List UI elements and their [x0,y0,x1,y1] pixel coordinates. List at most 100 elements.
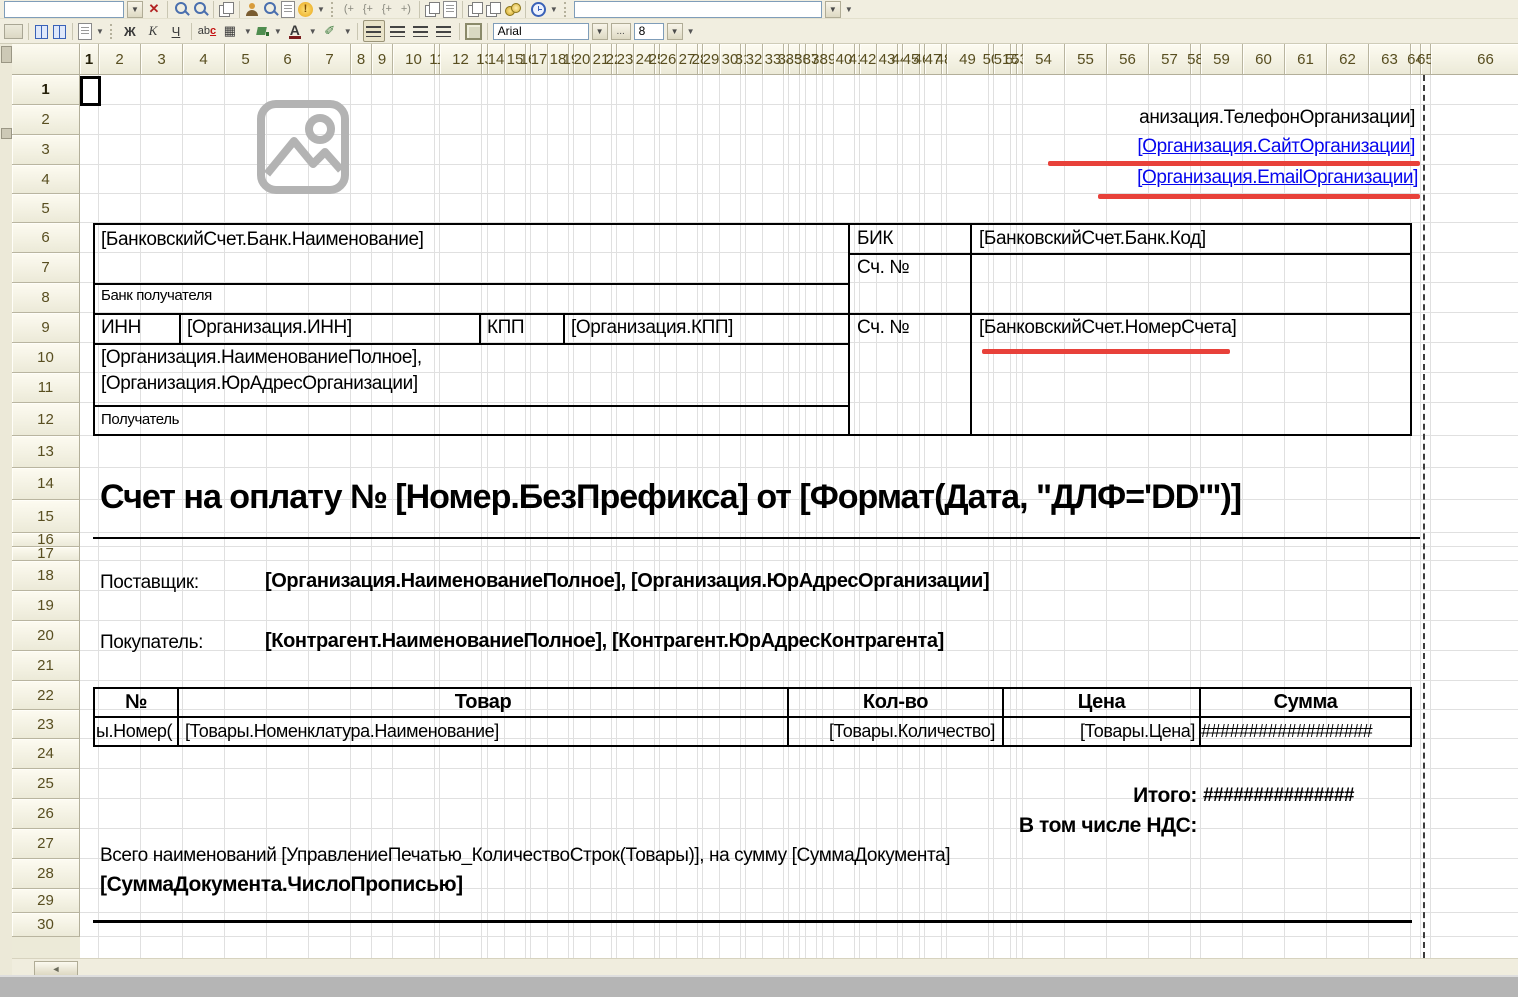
inn-value-cell[interactable]: [Организация.ИНН] [187,317,352,339]
spell-check-icon[interactable]: abc [197,21,217,41]
document-name-combo-dropdown[interactable]: ▼ [127,1,143,18]
amount-in-words-cell[interactable]: [СуммаДокумента.ЧислоПрописью] [100,873,463,897]
row-header-8[interactable]: 8 [12,283,80,313]
zoom-in-icon[interactable] [173,1,189,17]
logo-image-placeholder[interactable] [255,98,351,196]
column-header-3[interactable]: 3 [141,44,183,74]
font-name-dropdown[interactable]: ▼ [592,23,608,40]
column-header-39[interactable]: 39 [823,44,834,74]
supplier-label-cell[interactable]: Поставщик: [100,572,199,594]
column-header-66[interactable]: 66 [1431,44,1518,74]
font-color-dropdown[interactable]: ▼ [309,27,317,36]
item-name-cell[interactable]: [Товары.Номенклатура.Наименование] [185,721,499,742]
column-header-65[interactable]: 65 [1421,44,1431,74]
close-section-icon[interactable]: +) [398,1,414,17]
borders-dropdown[interactable]: ▼ [244,27,252,36]
close-group-icon[interactable]: {+ [379,1,395,17]
copy-pages-icon[interactable] [219,2,234,16]
row-header-14[interactable]: 14 [12,468,80,500]
buyer-value-cell[interactable]: [Контрагент.НаименованиеПолное], [Контра… [265,630,944,653]
item-sum-cell[interactable]: ################## [1201,721,1410,742]
close-icon[interactable]: ✕ [146,1,162,17]
bold-button[interactable]: Ж [120,21,140,41]
column-header-6[interactable]: 6 [267,44,309,74]
bank-name-cell[interactable]: [БанковскийСчет.Банк.Наименование] [101,229,424,251]
vat-label-cell[interactable]: В том числе НДС: [1019,814,1197,838]
underline-button[interactable]: Ч [166,21,186,41]
column-header-57[interactable]: 57 [1149,44,1191,74]
warning-icon[interactable]: ! [298,2,313,17]
account-value-cell[interactable]: [БанковскийСчет.НомерСчета] [979,317,1236,339]
column-header-61[interactable]: 61 [1285,44,1327,74]
bik-value-cell[interactable]: [БанковскийСчет.Банк.Код] [979,228,1206,250]
corr-account-label-cell[interactable]: Сч. № [857,257,909,279]
toolbar-overflow[interactable]: ▼ [845,5,853,14]
row-header-2[interactable]: 2 [12,105,80,135]
font-size-dropdown[interactable]: ▼ [667,23,683,40]
align-center-button[interactable] [388,21,408,41]
column-header-5[interactable]: 5 [225,44,267,74]
italic-button[interactable]: К [143,21,163,41]
column-header-32[interactable]: 32 [746,44,763,74]
kpp-label-cell[interactable]: КПП [487,317,524,339]
column-width-icon[interactable] [34,24,49,38]
column-header-1[interactable]: 1 [80,44,99,74]
clock-dropdown[interactable]: ▼ [550,5,558,14]
warning-dropdown[interactable]: ▼ [317,5,325,14]
row-header-25[interactable]: 25 [12,769,80,799]
row-header-3[interactable]: 3 [12,135,80,165]
row-header-12[interactable]: 12 [12,403,80,436]
user-icon[interactable] [245,2,259,17]
bank-caption-cell[interactable]: Банк получателя [101,287,212,304]
total-label-cell[interactable]: Итого: [1133,784,1197,808]
open-section-icon[interactable]: {+ [360,1,376,17]
column-header-23[interactable]: 23 [617,44,634,74]
row-header-6[interactable]: 6 [12,223,80,253]
row-header-11[interactable]: 11 [12,373,80,403]
splitter-handle[interactable] [1,128,12,139]
item-number-cell[interactable]: ы.Номер( [96,721,176,742]
insert-page-icon[interactable] [443,1,457,18]
row-header-22[interactable]: 22 [12,681,80,710]
select-all-corner[interactable] [12,44,80,75]
column-header-4[interactable]: 4 [183,44,225,74]
borders-icon[interactable]: ▦ [220,21,240,41]
font-more-button[interactable]: ... [611,23,631,40]
item-price-cell[interactable]: [Товары.Цена] [1002,721,1195,742]
find-user-icon[interactable] [262,1,278,17]
column-header-60[interactable]: 60 [1243,44,1285,74]
template-combo-dropdown[interactable]: ▼ [825,1,841,18]
column-header-9[interactable]: 9 [372,44,393,74]
column-header-26[interactable]: 26 [660,44,677,74]
items-header-number[interactable]: № [95,691,177,714]
column-header-8[interactable]: 8 [351,44,372,74]
row-header-30[interactable]: 30 [12,913,80,937]
font-color-icon[interactable]: A [285,21,305,41]
sheet-grid[interactable]: анизация.ТелефонОрганизации] [Организаци… [80,75,1518,958]
items-header-qty[interactable]: Кол-во [789,691,1002,714]
items-count-cell[interactable]: Всего наименований [УправлениеПечатью_Ко… [100,845,950,867]
fill-color-dropdown[interactable]: ▼ [274,27,282,36]
highlight-dropdown[interactable]: ▼ [344,27,352,36]
column-header-56[interactable]: 56 [1107,44,1149,74]
column-header-59[interactable]: 59 [1201,44,1243,74]
inn-label-cell[interactable]: ИНН [101,317,141,339]
kpp-value-cell[interactable]: [Организация.КПП] [571,317,733,339]
items-header-price[interactable]: Цена [1004,691,1199,714]
column-header-58[interactable]: 58 [1191,44,1201,74]
toolbar-overflow[interactable]: ▼ [687,27,695,36]
document-icon[interactable] [281,1,295,18]
row-height-icon[interactable] [52,24,67,38]
row-header-15[interactable]: 15 [12,500,80,533]
column-header-63[interactable]: 63 [1369,44,1411,74]
invoice-title-cell[interactable]: Счет на оплату № [Номер.БезПрефикса] от … [100,478,1241,517]
page-setup-dropdown[interactable]: ▼ [96,27,104,36]
column-header-20[interactable]: 20 [574,44,591,74]
column-header-7[interactable]: 7 [309,44,351,74]
column-header-62[interactable]: 62 [1327,44,1369,74]
column-header-17[interactable]: 17 [531,44,548,74]
font-size-combo[interactable]: 8 [634,23,664,40]
column-header-55[interactable]: 55 [1065,44,1107,74]
column-header-29[interactable]: 29 [703,44,720,74]
row-header-13[interactable]: 13 [12,436,80,468]
